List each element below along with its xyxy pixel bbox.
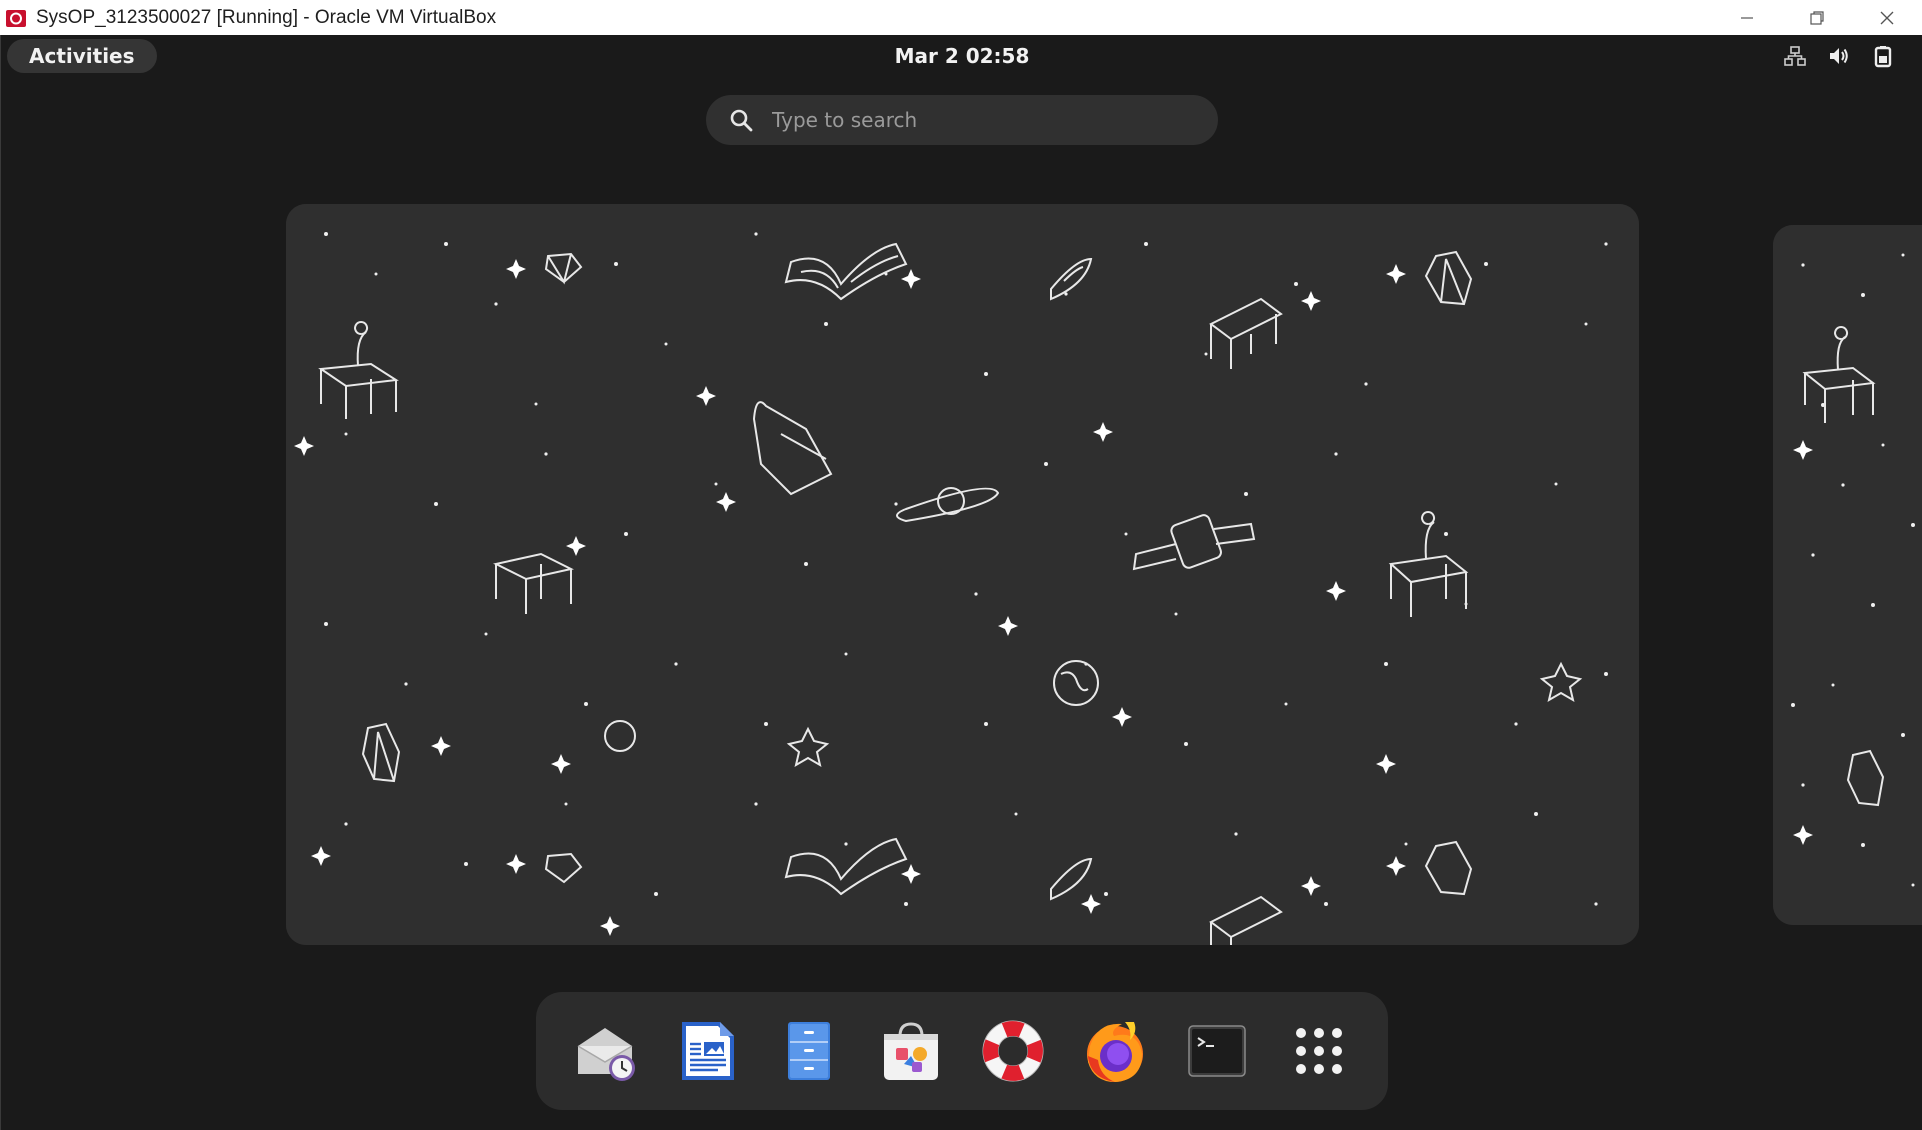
network-icon[interactable]: [1783, 44, 1807, 68]
search-bar[interactable]: [706, 95, 1218, 145]
workspace-thumbnail-2[interactable]: [1773, 225, 1922, 925]
writer-icon[interactable]: [671, 1015, 743, 1087]
window-title: SysOP_3123500027 [Running] - Oracle VM V…: [36, 6, 497, 28]
battery-icon[interactable]: [1871, 44, 1895, 68]
volume-icon[interactable]: [1827, 44, 1851, 68]
search-icon: [728, 107, 754, 133]
workspace-thumbnail[interactable]: [286, 204, 1639, 945]
virtualbox-icon: [4, 6, 28, 30]
minimize-icon[interactable]: [1712, 0, 1782, 35]
mail-clock-icon[interactable]: [569, 1015, 641, 1087]
guest-screen: Activities Mar 2 02:58: [0, 35, 1922, 1130]
lifebuoy-icon[interactable]: [977, 1015, 1049, 1087]
app-grid-icon[interactable]: [1283, 1015, 1355, 1087]
dash-dock: [536, 992, 1388, 1110]
search-input[interactable]: [770, 107, 1174, 133]
restore-icon[interactable]: [1782, 0, 1852, 35]
host-titlebar: SysOP_3123500027 [Running] - Oracle VM V…: [0, 0, 1922, 35]
software-bag-icon[interactable]: [875, 1015, 947, 1087]
clock[interactable]: Mar 2 02:58: [1, 35, 1922, 77]
terminal-icon[interactable]: [1181, 1015, 1253, 1087]
files-cabinet-icon[interactable]: [773, 1015, 845, 1087]
space-wallpaper-2: [1773, 225, 1922, 925]
firefox-icon[interactable]: [1079, 1015, 1151, 1087]
close-icon[interactable]: [1852, 0, 1922, 35]
system-tray[interactable]: [1783, 35, 1895, 77]
space-wallpaper: [286, 204, 1639, 945]
gnome-top-bar: Activities Mar 2 02:58: [1, 35, 1922, 77]
